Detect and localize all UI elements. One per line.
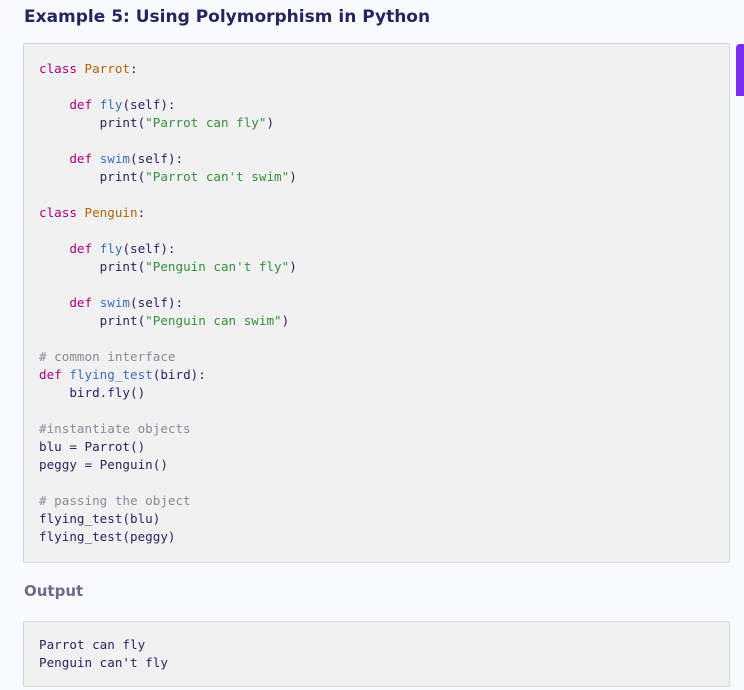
code-line: def fly(self):	[39, 240, 729, 258]
code-token: bird.fly()	[39, 385, 146, 400]
code-token: peggy = Penguin()	[39, 457, 168, 472]
code-token: Parrot	[84, 61, 131, 76]
code-token: "Penguin can't fly"	[145, 259, 290, 274]
code-token: class	[39, 61, 77, 76]
code-token: print(	[39, 169, 146, 184]
code-line: #instantiate objects	[39, 420, 729, 438]
code-token: def	[69, 241, 93, 256]
code-token: (bird):	[152, 367, 206, 382]
code-line: def fly(self):	[39, 96, 729, 114]
code-line: print("Penguin can't fly")	[39, 258, 729, 276]
code-line: flying_test(blu)	[39, 510, 729, 528]
code-line: print("Parrot can't swim")	[39, 168, 729, 186]
code-token: )	[266, 115, 275, 130]
code-token: #instantiate objects	[39, 421, 191, 436]
example-heading: Example 5: Using Polymorphism in Python	[24, 7, 431, 27]
code-token: def	[39, 367, 62, 382]
code-line: print("Penguin can swim")	[39, 312, 729, 330]
code-token: (self):	[130, 295, 184, 310]
code-line: peggy = Penguin()	[39, 456, 729, 474]
code-token: (self):	[122, 241, 176, 256]
code-token: flying_test(blu)	[39, 511, 161, 526]
output-line: Parrot can fly	[39, 637, 146, 652]
code-token: swim	[99, 151, 131, 166]
code-line: # common interface	[39, 348, 729, 366]
code-token: def	[69, 295, 93, 310]
edge-accent-tab[interactable]	[736, 44, 744, 96]
code-token: fly	[99, 97, 123, 112]
code-line: def swim(self):	[39, 150, 729, 168]
code-token: )	[289, 259, 297, 274]
code-token: class	[39, 205, 77, 220]
code-token: (self):	[130, 151, 184, 166]
code-token: :	[137, 205, 146, 220]
code-line: print("Parrot can fly")	[39, 114, 729, 132]
output-block[interactable]: Parrot can fly Penguin can't fly	[23, 621, 730, 687]
code-token: )	[289, 169, 297, 184]
code-token: flying_test(peggy)	[39, 529, 176, 544]
code-line: class Parrot:	[39, 60, 729, 78]
code-token: (self):	[122, 97, 176, 112]
code-token: fly	[99, 241, 123, 256]
code-line: flying_test(peggy)	[39, 528, 729, 546]
output-line: Penguin can't fly	[39, 655, 168, 670]
code-line: def flying_test(bird):	[39, 366, 729, 384]
code-token: "Parrot can't swim"	[145, 169, 290, 184]
code-line: class Penguin:	[39, 204, 729, 222]
code-token: print(	[39, 259, 146, 274]
code-token: # common interface	[39, 349, 176, 364]
code-token: )	[281, 313, 290, 328]
code-token: print(	[39, 115, 146, 130]
code-token: # passing the object	[39, 493, 191, 508]
code-line: blu = Parrot()	[39, 438, 729, 456]
code-token: Penguin	[84, 205, 138, 220]
code-token: def	[69, 151, 93, 166]
code-token: def	[69, 97, 93, 112]
code-token: "Penguin can swim"	[145, 313, 282, 328]
code-token: blu = Parrot()	[39, 439, 146, 454]
output-label: Output	[24, 582, 84, 600]
code-token: swim	[99, 295, 131, 310]
code-token: :	[130, 61, 138, 76]
code-token: "Parrot can fly"	[145, 115, 267, 130]
code-line: bird.fly()	[39, 384, 729, 402]
code-line: def swim(self):	[39, 294, 729, 312]
code-token: flying_test	[69, 367, 153, 382]
code-line: # passing the object	[39, 492, 729, 510]
code-block[interactable]: class Parrot: def fly(self): print("Parr…	[23, 43, 730, 563]
code-token: print(	[39, 313, 146, 328]
